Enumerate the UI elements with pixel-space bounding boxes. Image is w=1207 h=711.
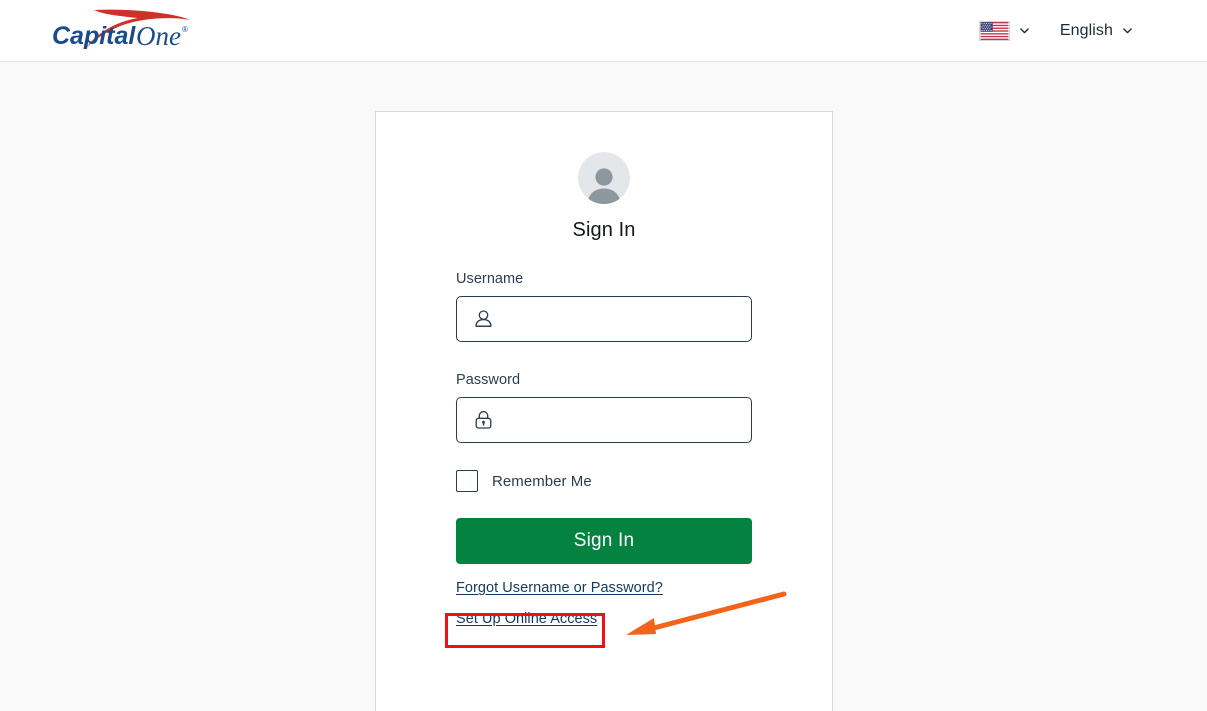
language-label: English: [1059, 21, 1113, 39]
username-label: Username: [456, 271, 524, 287]
password-field-group: Password: [456, 372, 752, 443]
username-input[interactable]: [494, 297, 751, 341]
sign-in-card: Sign In Username Password Remember Me Si…: [375, 111, 833, 711]
chevron-down-icon: [1123, 28, 1132, 34]
svg-text:One: One: [136, 21, 181, 51]
capital-one-logo[interactable]: Capital One ®: [52, 8, 194, 54]
username-field-group: Username: [456, 271, 752, 342]
password-input[interactable]: [494, 398, 751, 442]
page-title: Sign In: [572, 219, 636, 241]
header-right-controls: English: [978, 20, 1133, 41]
set-up-online-access-link[interactable]: Set Up Online Access: [456, 611, 597, 627]
forgot-username-or-password-link[interactable]: Forgot Username or Password?: [456, 580, 663, 596]
country-selector[interactable]: [978, 20, 1030, 41]
capital-one-logo-mark: Capital One ®: [52, 9, 190, 51]
us-flag-icon: [978, 20, 1010, 41]
svg-text:®: ®: [182, 25, 188, 34]
remember-me-checkbox[interactable]: [456, 470, 478, 492]
user-avatar-icon: [578, 152, 630, 204]
avatar-person-glyph: [587, 168, 621, 204]
password-label: Password: [456, 372, 521, 388]
remember-me-row[interactable]: Remember Me: [456, 470, 752, 492]
page-header: Capital One ® English: [0, 0, 1207, 62]
forgot-credentials-link-row: Forgot Username or Password?: [456, 579, 752, 597]
chevron-down-icon: [1019, 28, 1029, 34]
svg-text:Capital: Capital: [52, 22, 136, 50]
language-selector[interactable]: English: [1060, 22, 1133, 40]
helper-links: Forgot Username or Password? Set Up Onli…: [456, 579, 752, 628]
password-input-box[interactable]: [456, 397, 752, 443]
remember-me-label: Remember Me: [492, 472, 592, 490]
username-input-box[interactable]: [456, 296, 752, 342]
sign-in-button[interactable]: Sign In: [456, 518, 752, 564]
set-up-access-link-row: Set Up Online Access: [456, 610, 752, 628]
sign-in-card-body: Sign In Username Password Remember Me Si…: [376, 112, 832, 628]
lock-outline-icon: [475, 410, 492, 429]
person-outline-icon: [475, 310, 492, 327]
